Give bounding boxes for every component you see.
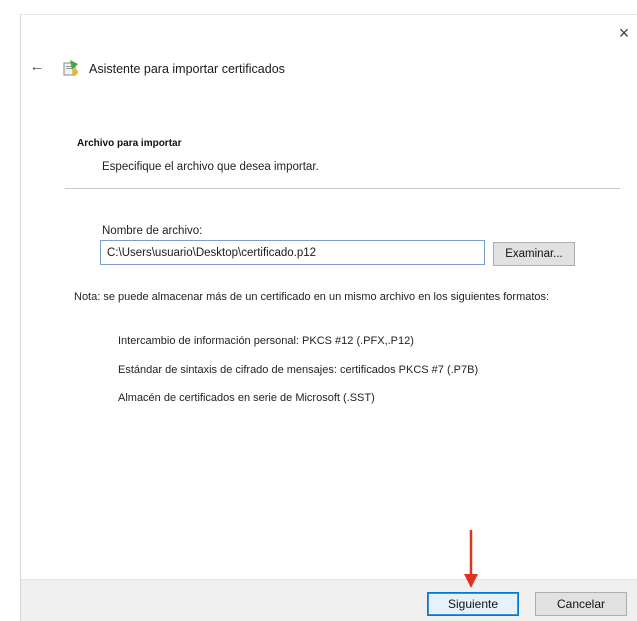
browse-button[interactable]: Examinar... bbox=[493, 242, 575, 266]
cancel-button[interactable]: Cancelar bbox=[535, 592, 627, 616]
file-name-label: Nombre de archivo: bbox=[102, 225, 203, 237]
wizard-title: Asistente para importar certificados bbox=[89, 62, 285, 76]
red-arrow-annotation bbox=[461, 530, 481, 590]
format-item-sst: Almacén de certificados en serie de Micr… bbox=[118, 392, 375, 404]
certificate-wizard-icon bbox=[61, 58, 81, 78]
section-subtitle: Especifique el archivo que desea importa… bbox=[102, 161, 319, 173]
wizard-window bbox=[20, 14, 637, 621]
back-arrow-icon[interactable]: ← bbox=[29, 58, 45, 76]
note-text: Nota: se puede almacenar más de un certi… bbox=[74, 291, 550, 303]
format-item-pfx: Intercambio de información personal: PKC… bbox=[118, 335, 414, 347]
divider bbox=[65, 188, 620, 189]
next-button[interactable]: Siguiente bbox=[427, 592, 519, 616]
file-name-input[interactable] bbox=[100, 240, 485, 265]
format-item-p7b: Estándar de sintaxis de cifrado de mensa… bbox=[118, 364, 479, 376]
section-heading: Archivo para importar bbox=[77, 138, 182, 149]
close-icon[interactable]: × bbox=[614, 22, 634, 44]
